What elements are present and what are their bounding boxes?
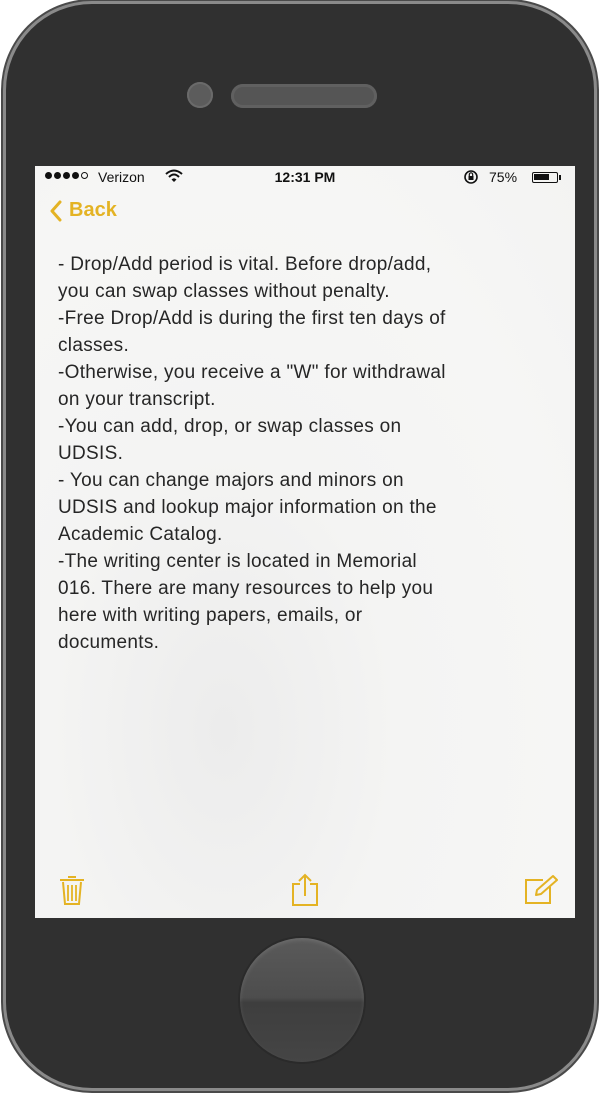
rotation-lock-icon: [464, 170, 478, 184]
back-button[interactable]: Back: [49, 199, 117, 222]
compose-icon[interactable]: [523, 874, 559, 906]
battery-percent: 75%: [489, 169, 518, 185]
earpiece-speaker: [231, 84, 377, 108]
note-text[interactable]: - Drop/Add period is vital. Before drop/…: [58, 251, 563, 656]
status-bar: Verizon 12:31 PM 75%: [35, 166, 575, 188]
battery-icon: [532, 172, 561, 183]
phone-frame: Verizon 12:31 PM 75% Back - Drop/Add per…: [6, 4, 594, 1088]
front-camera: [187, 82, 213, 108]
share-icon[interactable]: [289, 872, 321, 908]
screen: Verizon 12:31 PM 75% Back - Drop/Add per…: [35, 166, 575, 918]
home-button[interactable]: [240, 938, 364, 1062]
chevron-left-icon: [50, 200, 62, 221]
trash-icon[interactable]: [57, 874, 87, 906]
back-button-label: Back: [69, 199, 117, 221]
navigation-bar: Back: [35, 196, 575, 230]
